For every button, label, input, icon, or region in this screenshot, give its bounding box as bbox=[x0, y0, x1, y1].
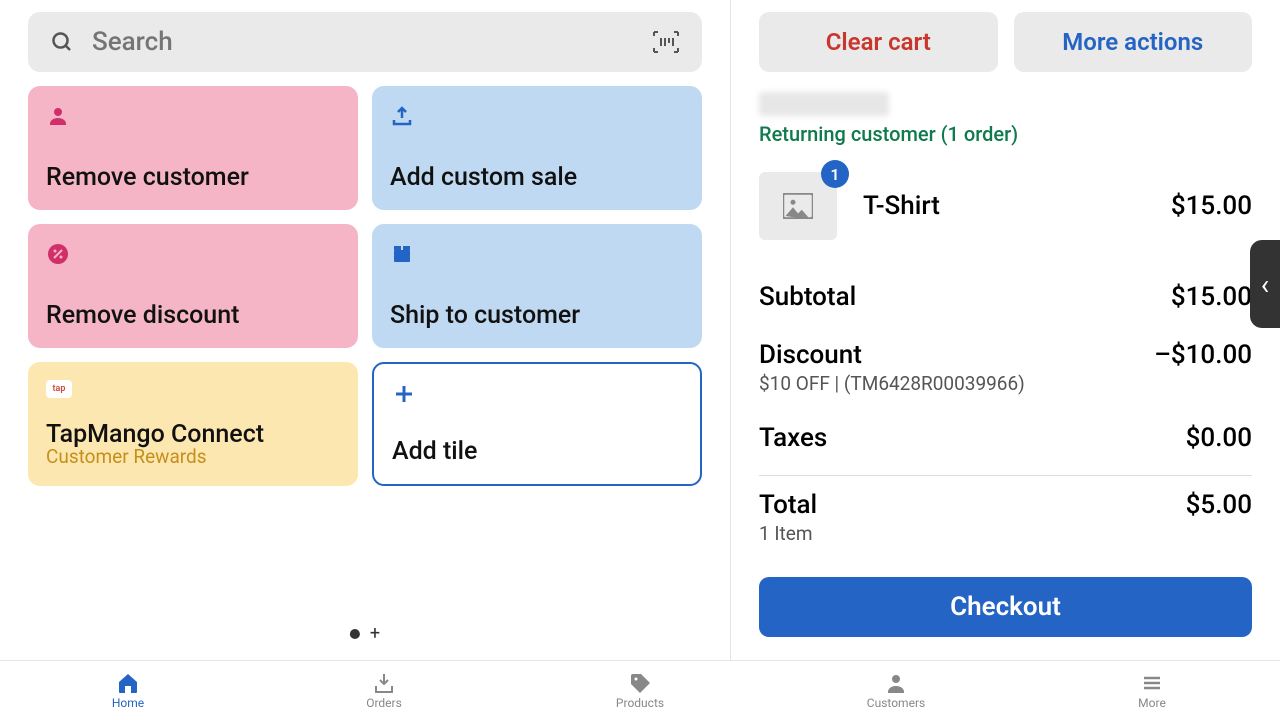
cart-panel: Clear cart More actions Returning custom… bbox=[730, 0, 1280, 660]
tile-label: Add tile bbox=[392, 437, 682, 466]
subtotal-row: Subtotal $15.00 bbox=[759, 268, 1252, 326]
barcode-icon[interactable] bbox=[652, 30, 680, 54]
customer-status: Returning customer (1 order) bbox=[759, 122, 1252, 146]
left-panel: Remove customer Add custom sale Remove d… bbox=[0, 0, 730, 660]
total-value: $5.00 bbox=[1186, 490, 1252, 520]
search-input[interactable] bbox=[92, 27, 634, 57]
taxes-row: Taxes $0.00 bbox=[759, 409, 1252, 467]
total-row: Total 1 Item $5.00 bbox=[759, 475, 1252, 559]
search-bar[interactable] bbox=[28, 12, 702, 72]
total-label: Total bbox=[759, 490, 817, 520]
nav-home[interactable]: Home bbox=[88, 672, 168, 710]
page-dot bbox=[350, 629, 360, 639]
item-thumbnail: 1 bbox=[759, 172, 837, 240]
taxes-label: Taxes bbox=[759, 423, 827, 453]
tile-label: Ship to customer bbox=[390, 301, 684, 330]
customer-name-redacted bbox=[759, 92, 889, 116]
more-actions-button[interactable]: More actions bbox=[1014, 12, 1253, 72]
clear-cart-button[interactable]: Clear cart bbox=[759, 12, 998, 72]
home-icon bbox=[115, 672, 141, 694]
nav-more[interactable]: More bbox=[1112, 672, 1192, 710]
customer-block[interactable]: Returning customer (1 order) bbox=[759, 92, 1252, 146]
nav-label: Orders bbox=[366, 696, 402, 710]
nav-label: Customers bbox=[867, 696, 925, 710]
nav-customers[interactable]: Customers bbox=[856, 672, 936, 710]
discount-detail: $10 OFF | (TM6428R00039966) bbox=[759, 372, 1025, 395]
cart-item[interactable]: 1 T-Shirt $15.00 bbox=[759, 172, 1252, 240]
tile-label: Add custom sale bbox=[390, 163, 684, 192]
item-name: T-Shirt bbox=[863, 191, 1171, 221]
total-items: 1 Item bbox=[759, 522, 817, 545]
percent-badge-icon bbox=[46, 242, 70, 266]
checkout-button[interactable]: Checkout bbox=[759, 577, 1252, 637]
quantity-badge: 1 bbox=[821, 160, 849, 188]
upload-icon bbox=[390, 104, 414, 128]
discount-label: Discount bbox=[759, 340, 1025, 370]
nav-label: Home bbox=[112, 696, 144, 710]
item-price: $15.00 bbox=[1171, 191, 1252, 221]
nav-label: Products bbox=[616, 696, 664, 710]
nav-orders[interactable]: Orders bbox=[344, 672, 424, 710]
tile-subtitle: Customer Rewards bbox=[46, 445, 340, 468]
taxes-value: $0.00 bbox=[1186, 423, 1252, 453]
bottom-nav: Home Orders Products Customers More bbox=[0, 660, 1280, 720]
plus-icon bbox=[392, 382, 416, 406]
tapmango-tile[interactable]: tap TapMango Connect Customer Rewards bbox=[28, 362, 358, 486]
remove-customer-tile[interactable]: Remove customer bbox=[28, 86, 358, 210]
inbox-icon bbox=[371, 672, 397, 694]
remove-discount-tile[interactable]: Remove discount bbox=[28, 224, 358, 348]
person-icon bbox=[883, 672, 909, 694]
package-icon bbox=[390, 242, 414, 266]
page-indicator: + bbox=[350, 623, 380, 644]
search-icon bbox=[50, 30, 74, 54]
add-tile[interactable]: Add tile bbox=[372, 362, 702, 486]
tag-icon bbox=[627, 672, 653, 694]
tile-label: Remove discount bbox=[46, 301, 340, 330]
side-drawer-handle[interactable]: ‹ bbox=[1250, 240, 1280, 328]
subtotal-value: $15.00 bbox=[1171, 282, 1252, 312]
subtotal-label: Subtotal bbox=[759, 282, 856, 312]
discount-value: –$10.00 bbox=[1154, 340, 1252, 370]
image-placeholder-icon bbox=[783, 193, 813, 219]
person-icon bbox=[46, 104, 70, 128]
ship-to-customer-tile[interactable]: Ship to customer bbox=[372, 224, 702, 348]
nav-label: More bbox=[1138, 696, 1166, 710]
nav-products[interactable]: Products bbox=[600, 672, 680, 710]
discount-row[interactable]: Discount $10 OFF | (TM6428R00039966) –$1… bbox=[759, 326, 1252, 409]
add-custom-sale-tile[interactable]: Add custom sale bbox=[372, 86, 702, 210]
chevron-left-icon: ‹ bbox=[1261, 268, 1269, 301]
menu-icon bbox=[1139, 672, 1165, 694]
tapmango-icon: tap bbox=[46, 380, 72, 398]
add-page-icon[interactable]: + bbox=[370, 623, 380, 644]
tile-label: Remove customer bbox=[46, 163, 340, 192]
